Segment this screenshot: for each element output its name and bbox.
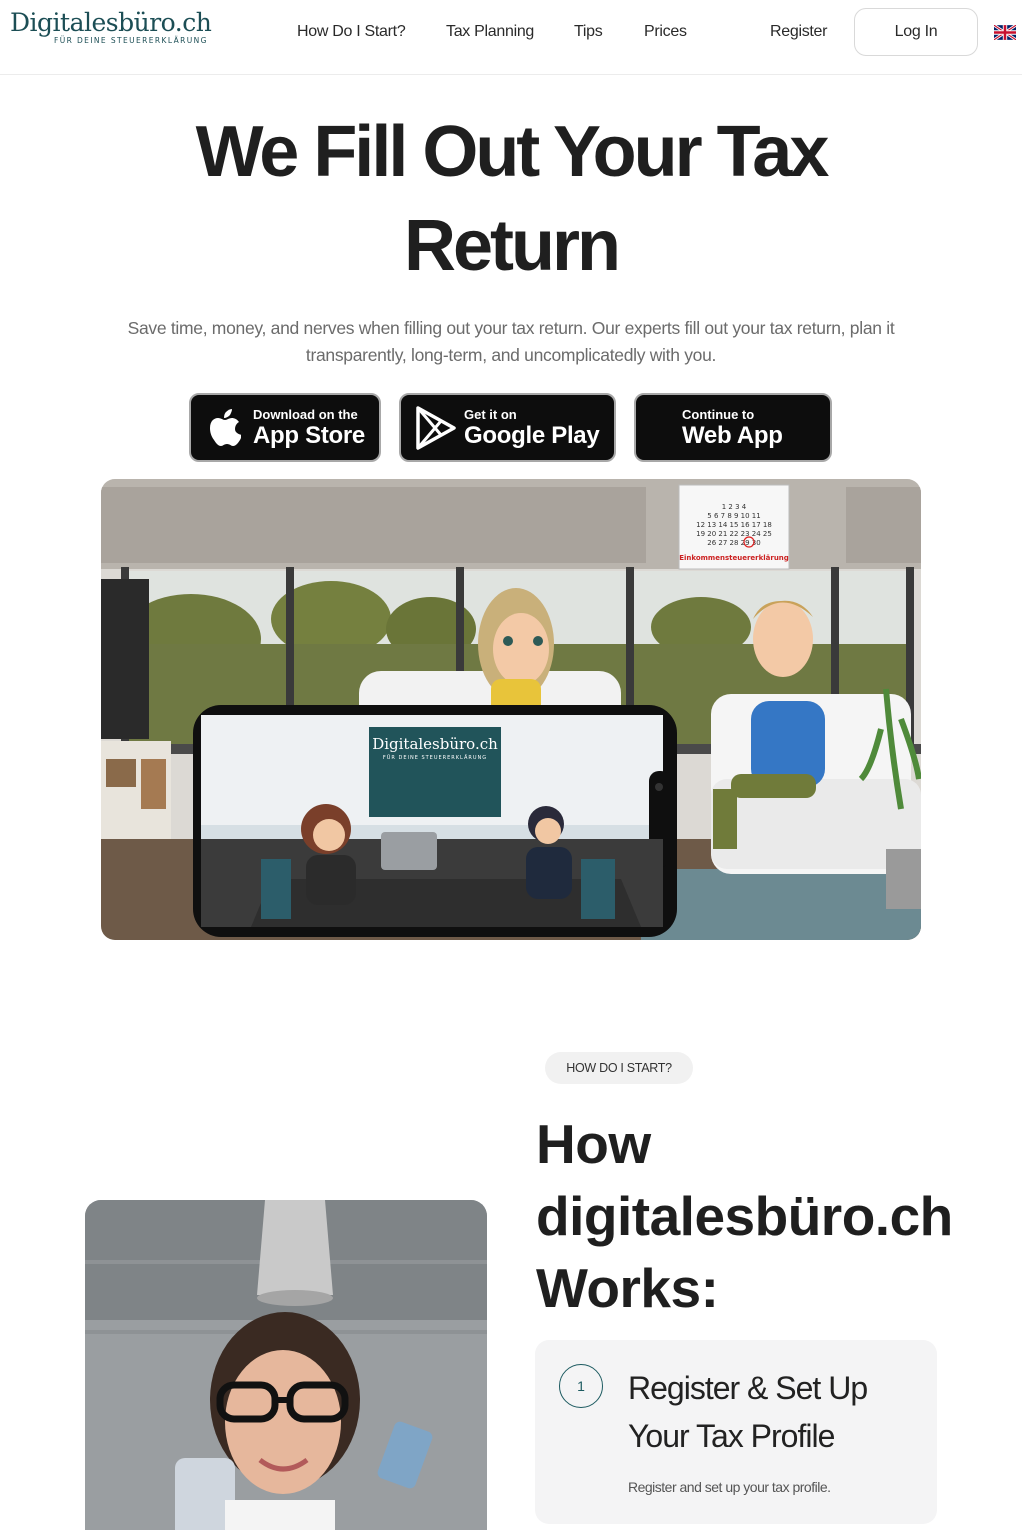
- logo[interactable]: Digitalesbüro.ch FÜR DEINE STEUERERKLÄRU…: [10, 8, 212, 45]
- section-pill: HOW DO I START?: [545, 1052, 693, 1084]
- calendar-label: Einkommensteuererklärung: [679, 554, 789, 562]
- register-link[interactable]: Register: [770, 23, 827, 41]
- phone-tagline: FÜR DEINE STEUERERKLÄRUNG: [383, 754, 487, 761]
- site-header: Digitalesbüro.ch FÜR DEINE STEUERERKLÄRU…: [0, 0, 1022, 75]
- svg-text:12 13 14 15 16 17 18: 12 13 14 15 16 17 18: [696, 521, 772, 529]
- how-title-line3: Works:: [536, 1257, 719, 1319]
- google-play-button[interactable]: Get it on Google Play: [399, 393, 616, 462]
- app-store-small: Download on the: [253, 407, 358, 422]
- nav-prices[interactable]: Prices: [644, 23, 687, 41]
- nav-tips[interactable]: Tips: [574, 23, 603, 41]
- hero-illustration: 1 2 3 4 5 6 7 8 9 10 11 12 13 14 15 16 1…: [101, 479, 921, 940]
- google-play-big: Google Play: [464, 422, 600, 449]
- login-button[interactable]: Log In: [854, 8, 978, 56]
- svg-text:1 2 3 4: 1 2 3 4: [722, 503, 747, 511]
- google-play-icon: [416, 406, 456, 450]
- hero-title: We Fill Out Your Tax Return: [0, 105, 1022, 293]
- step-card-1[interactable]: 1 Register & Set Up Your Tax Profile Reg…: [535, 1340, 937, 1524]
- web-app-small: Continue to: [682, 407, 755, 422]
- svg-text:5 6 7 8 9 10 11: 5 6 7 8 9 10 11: [707, 512, 760, 520]
- web-app-button[interactable]: Continue to Web App: [634, 393, 832, 462]
- hero-title-line2: Return: [404, 206, 621, 286]
- uk-flag-icon[interactable]: [994, 25, 1016, 40]
- woman-phone-photo: [85, 1200, 487, 1530]
- how-title-line1: How: [536, 1113, 651, 1175]
- svg-text:19 20 21 22 23 24 25: 19 20 21 22 23 24 25: [696, 530, 772, 538]
- step-number: 1: [559, 1364, 603, 1408]
- google-play-small: Get it on: [464, 407, 517, 422]
- app-store-big: App Store: [253, 422, 365, 449]
- nav-tax-planning[interactable]: Tax Planning: [446, 23, 534, 41]
- how-title: How digitalesbüro.ch Works:: [536, 1108, 1022, 1324]
- apple-icon: [210, 409, 241, 446]
- step-title: Register & Set Up Your Tax Profile: [628, 1370, 868, 1454]
- web-app-big: Web App: [682, 422, 783, 449]
- app-store-button[interactable]: Download on the App Store: [189, 393, 381, 462]
- hero-subtitle: Save time, money, and nerves when fillin…: [127, 318, 895, 365]
- phone-logo: Digitalesbüro.ch: [372, 735, 498, 753]
- step-description: Register and set up your tax profile.: [628, 1479, 831, 1495]
- hero-title-line1: We Fill Out Your Tax: [195, 112, 830, 192]
- logo-text: Digitalesbüro.ch: [10, 8, 212, 37]
- nav-how-do-i-start[interactable]: How Do I Start?: [297, 23, 406, 41]
- how-title-line2: digitalesbüro.ch: [536, 1185, 953, 1247]
- logo-tagline: FÜR DEINE STEUERERKLÄRUNG: [54, 36, 208, 45]
